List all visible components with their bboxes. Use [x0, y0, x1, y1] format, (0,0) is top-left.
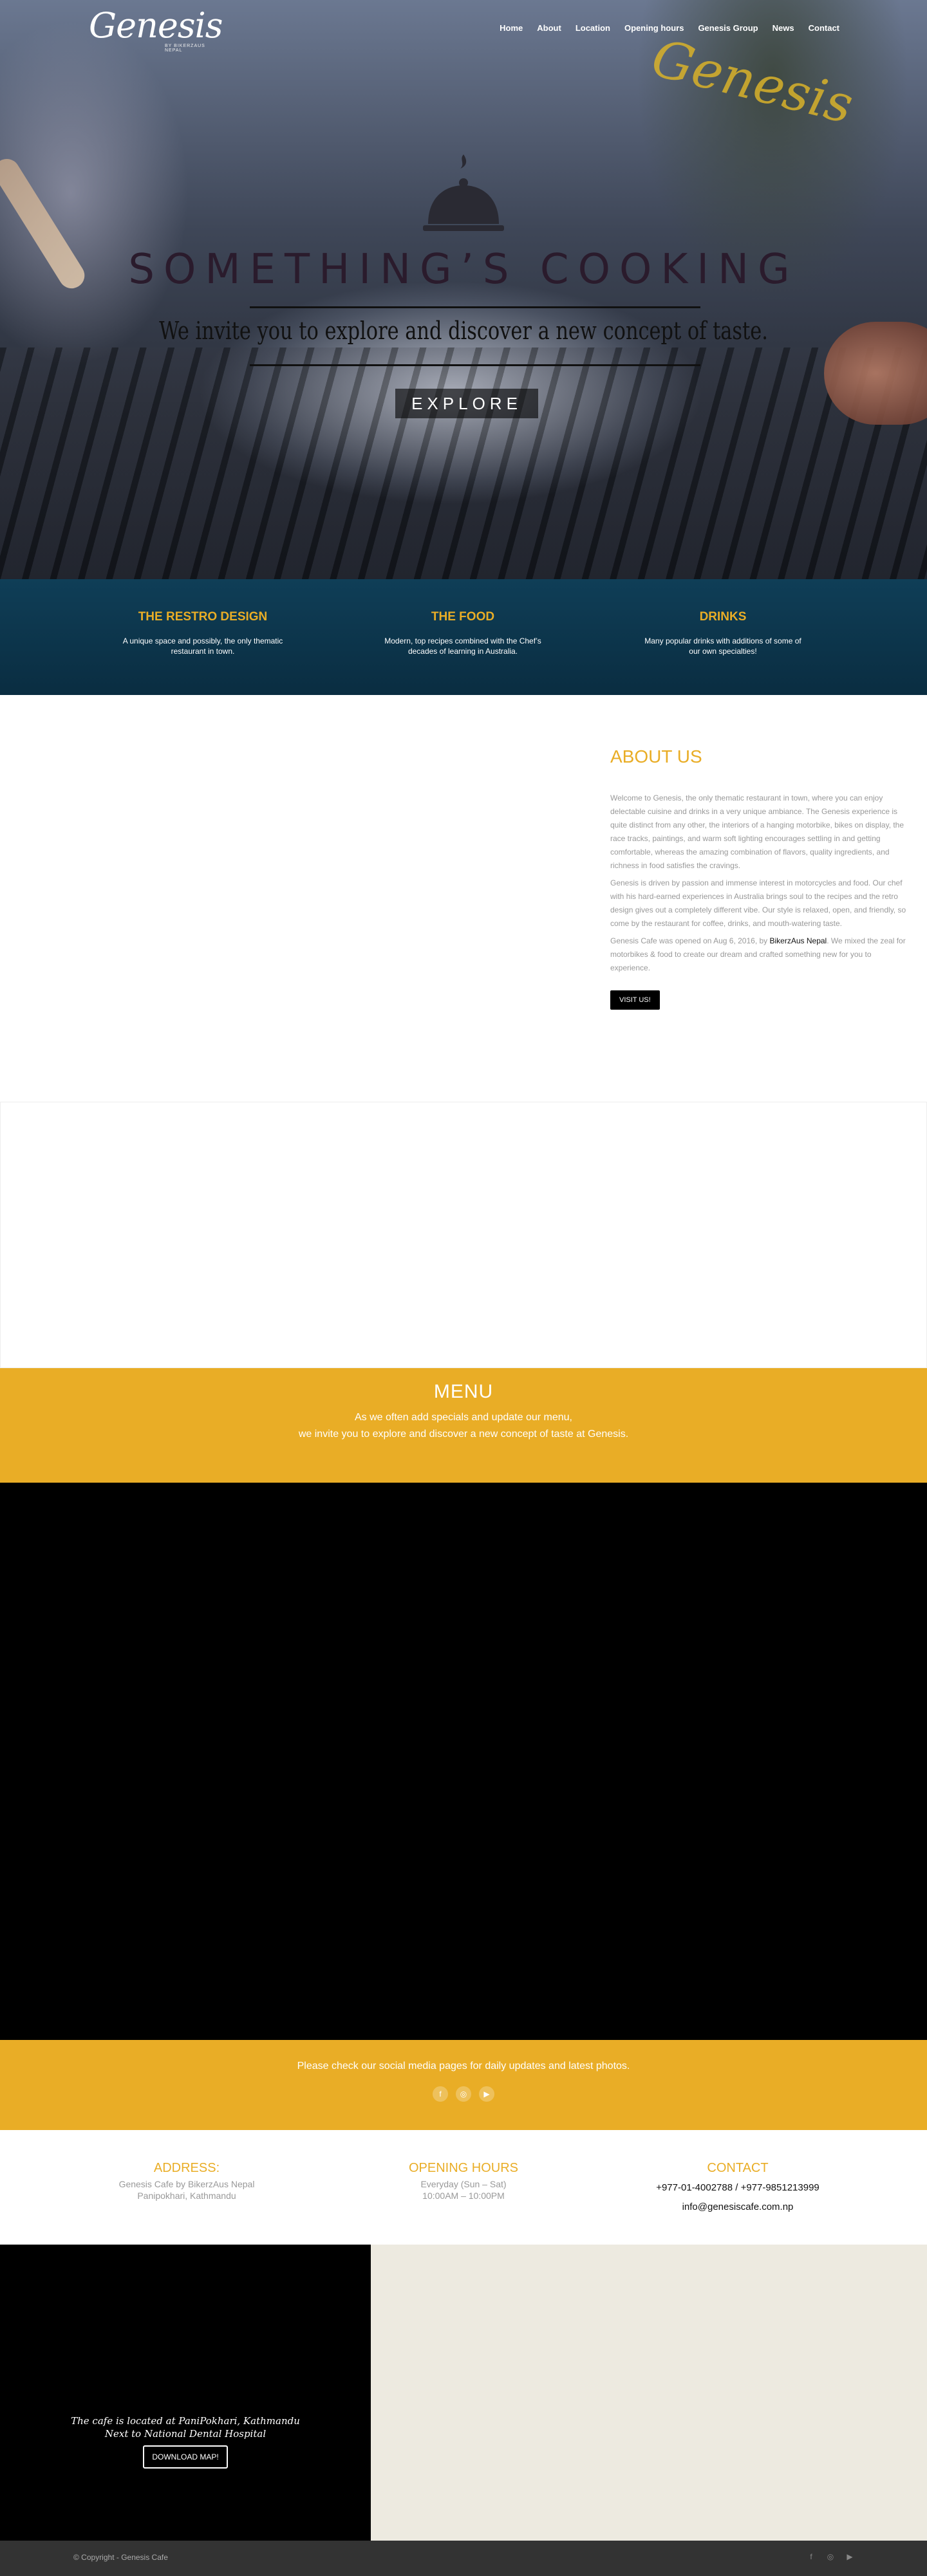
location-text: The cafe is located at PaniPokhari, Kath…: [0, 2414, 371, 2440]
hero-title: SOMETHING’S COOKING: [128, 246, 799, 293]
contact-heading: CONTACT: [707, 2161, 769, 2175]
youtube-icon[interactable]: ▶: [479, 2086, 494, 2102]
contact-block: CONTACT +977-01-4002788 / +977-985121399…: [641, 2161, 834, 2217]
hours-block: OPENING HOURS Everyday (Sun – Sat) 10:00…: [367, 2161, 560, 2201]
location-panel: The cafe is located at PaniPokhari, Kath…: [0, 2245, 371, 2541]
footer: © Copyright - Genesis Cafe f ◎ ▶: [0, 2541, 927, 2576]
logo-wordmark: Genesis: [89, 5, 223, 46]
feature-text: Many popular drinks with additions of so…: [644, 636, 801, 656]
site-logo[interactable]: Genesis by BikerzAus Nepal: [89, 5, 223, 53]
about-paragraph: Genesis Cafe was opened on Aug 6, 2016, …: [610, 934, 913, 975]
visit-us-button[interactable]: VISIT US!: [610, 990, 660, 1010]
address-line: Panipokhari, Kathmandu: [137, 2191, 236, 2201]
youtube-icon[interactable]: ▶: [845, 2552, 855, 2561]
social-text: Please check our social media pages for …: [297, 2061, 630, 2071]
features-section: THE RESTRO DESIGN A unique space and pos…: [0, 579, 927, 695]
contact-email[interactable]: info@genesiscafe.com.np: [641, 2198, 834, 2217]
hours-heading: OPENING HOURS: [408, 2161, 519, 2175]
about-section: ABOUT US Welcome to Genesis, the only th…: [610, 746, 913, 1010]
hero-rule-bottom: [250, 364, 700, 366]
map-view[interactable]: [371, 2245, 927, 2541]
menu-heading: MENU: [433, 1381, 494, 1402]
feature-title: THE RESTRO DESIGN: [138, 610, 268, 624]
instagram-icon[interactable]: ◎: [456, 2086, 471, 2102]
menu-gallery: [0, 1483, 927, 2040]
explore-button[interactable]: EXPLORE: [395, 389, 538, 418]
menu-text-line1: As we often add specials and update our …: [355, 1412, 572, 1423]
about-paragraph: Genesis is driven by passion and immense…: [610, 878, 906, 928]
contact-phone[interactable]: +977-01-4002788 / +977-9851213999: [641, 2178, 834, 2198]
address-heading: ADDRESS:: [153, 2161, 220, 2175]
nav-home[interactable]: Home: [492, 23, 530, 33]
feature-drinks: DRINKS Many popular drinks with addition…: [642, 610, 803, 656]
feature-title: DRINKS: [699, 610, 747, 624]
feature-text: Modern, top recipes combined with the Ch…: [384, 636, 541, 656]
menu-section: MENU As we often add specials and update…: [0, 1368, 927, 1483]
feature-restro-design: THE RESTRO DESIGN A unique space and pos…: [122, 610, 283, 656]
footer-social-icons: f ◎ ▶: [806, 2552, 855, 2561]
nav-news[interactable]: News: [765, 23, 801, 33]
nav-genesis-group[interactable]: Genesis Group: [691, 23, 765, 33]
map-embed-area: [0, 1102, 927, 1368]
address-line: Genesis Cafe by BikerzAus Nepal: [118, 2179, 255, 2189]
nav-opening-hours[interactable]: Opening hours: [617, 23, 691, 33]
logo-tagline: by BikerzAus Nepal: [165, 44, 205, 53]
social-icons: f ◎ ▶: [0, 2086, 927, 2102]
cloche-icon: [423, 154, 504, 231]
hero-rule-top: [250, 306, 700, 308]
about-text: Genesis Cafe was opened on Aug 6, 2016, …: [610, 936, 770, 945]
bikerzaus-link[interactable]: BikerzAus Nepal: [770, 936, 827, 945]
hero-subtitle: We invite you to explore and discover a …: [159, 317, 768, 345]
nav-location[interactable]: Location: [568, 23, 617, 33]
hero-apron-logo: Genesis: [646, 27, 859, 136]
menu-text-line2: we invite you to explore and discover a …: [298, 1429, 629, 1440]
nav-contact[interactable]: Contact: [801, 23, 847, 33]
hours-line: 10:00AM – 10:00PM: [422, 2191, 505, 2201]
hero-grill-image: [0, 347, 927, 579]
feature-title: THE FOOD: [431, 610, 495, 624]
hours-line: Everyday (Sun – Sat): [420, 2179, 507, 2189]
address-block: ADDRESS: Genesis Cafe by BikerzAus Nepal…: [90, 2161, 283, 2201]
social-section: Please check our social media pages for …: [0, 2040, 927, 2130]
location-line: The cafe is located at PaniPokhari, Kath…: [71, 2415, 300, 2427]
about-heading: ABOUT US: [610, 746, 702, 766]
download-map-button[interactable]: DOWNLOAD MAP!: [143, 2445, 228, 2469]
hero-hand-image: [824, 322, 927, 425]
main-nav: Home About Location Opening hours Genesi…: [492, 23, 847, 33]
copyright-text: © Copyright - Genesis Cafe: [73, 2553, 168, 2562]
instagram-icon[interactable]: ◎: [825, 2552, 836, 2561]
feature-text: A unique space and possibly, the only th…: [122, 636, 283, 656]
facebook-icon[interactable]: f: [433, 2086, 448, 2102]
hero-section: Genesis Genesis by BikerzAus Nepal Home …: [0, 0, 927, 579]
location-line: Next to National Dental Hospital: [104, 2428, 267, 2440]
feature-food: THE FOOD Modern, top recipes combined wi…: [382, 610, 543, 656]
about-paragraph: Welcome to Genesis, the only thematic re…: [610, 793, 904, 870]
nav-about[interactable]: About: [530, 23, 568, 33]
about-image: [0, 695, 566, 1100]
info-section: ADDRESS: Genesis Cafe by BikerzAus Nepal…: [0, 2130, 927, 2245]
facebook-icon[interactable]: f: [806, 2552, 816, 2561]
